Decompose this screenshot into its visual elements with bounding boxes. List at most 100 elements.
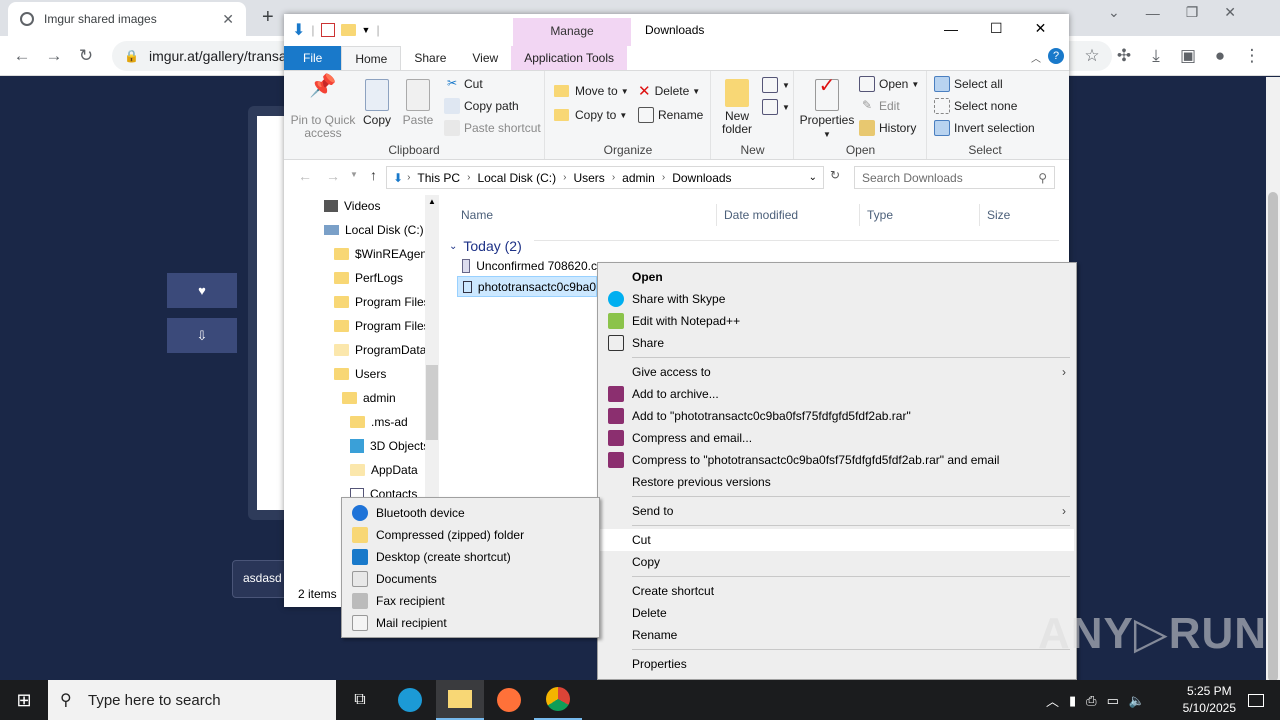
nav-item-program-files-x86[interactable]: Program Files [334,315,430,337]
menu-add-rar[interactable]: Add to "phototransactc0c9ba0fsf75fdfgfd5… [600,405,1074,427]
tab-view[interactable]: View [459,46,511,70]
forward-icon[interactable]: → [40,42,68,70]
breadcrumb-local-disk[interactable]: Local Disk (C:) [470,171,563,185]
edge-taskbar-button[interactable] [386,680,434,720]
move-to-button[interactable]: Move to ▼ [554,81,629,101]
refresh-icon[interactable]: ↻ [830,168,840,182]
notifications-button[interactable] [1232,680,1280,720]
breadcrumb-users[interactable]: Users [566,171,611,185]
menu-compress-rar-email[interactable]: Compress to "phototransactc0c9ba0fsf75fd… [600,449,1074,471]
nav-item-winreagent[interactable]: $WinREAgent [334,243,430,265]
tray-device-icon[interactable]: ▮ [1069,693,1076,709]
menu-icon[interactable]: ⋮ [1238,42,1266,70]
back-icon[interactable]: ← [8,42,36,70]
tab-file[interactable]: File [284,46,342,70]
nav-item-perflogs[interactable]: PerfLogs [334,267,403,289]
taskbar-search-box[interactable]: ⚲ Type here to search [48,680,336,720]
tray-network-icon[interactable]: ⎙ [1086,693,1096,709]
column-type[interactable]: Type [859,204,979,226]
address-dropdown-icon[interactable]: ⌄ [809,172,817,183]
sendto-zip-folder[interactable]: Compressed (zipped) folder [344,524,597,546]
reload-icon[interactable]: ↻ [72,42,100,70]
back-icon[interactable]: ← [298,168,312,184]
manage-context-tab[interactable]: Manage [513,18,631,46]
menu-add-archive[interactable]: Add to archive... [600,383,1074,405]
properties-qat-icon[interactable] [320,23,335,37]
maximize-icon[interactable]: ☐ [990,20,1003,37]
volume-icon[interactable]: 🔈 [1129,693,1145,709]
file-row-unconfirmed[interactable]: Unconfirmed 708620.c [457,255,597,276]
start-button[interactable]: ⊞ [0,680,48,720]
sendto-fax[interactable]: Fax recipient [344,590,597,612]
delete-button[interactable]: ✕ Delete ▼ [638,81,700,101]
tab-search-icon[interactable]: ⌄ [1108,4,1120,21]
menu-delete[interactable]: Delete [600,602,1074,624]
system-clock[interactable]: 5:25 PM 5/10/2025 [1183,683,1236,717]
group-header-today[interactable]: ⌄ Today (2) [449,238,522,254]
rename-button[interactable]: Rename [638,105,703,125]
menu-send-to[interactable]: Send to › [600,500,1074,522]
extensions-icon[interactable]: ✣ [1110,42,1138,70]
tab-application-tools[interactable]: Application Tools [511,46,628,70]
new-tab-button[interactable]: + [262,6,274,29]
easy-access-button[interactable]: ▼ [762,97,790,117]
close-icon[interactable]: ✕ [1224,4,1236,21]
explorer-taskbar-button[interactable] [436,680,484,720]
breadcrumb-admin[interactable]: admin [615,171,662,185]
nav-item-admin[interactable]: admin [342,387,396,409]
explorer-address-bar[interactable]: ⬇ › This PC › Local Disk (C:) › Users › adm… [386,166,824,189]
open-button[interactable]: Open ▼ [859,74,919,94]
new-folder-button[interactable]: New folder [714,79,760,136]
tab-share[interactable]: Share [401,46,459,70]
menu-properties[interactable]: Properties [600,653,1074,675]
task-view-button[interactable]: ⧉ [336,680,384,720]
sendto-desktop[interactable]: Desktop (create shortcut) [344,546,597,568]
tab-home[interactable]: Home [341,46,402,70]
cut-button[interactable]: ✂ Cut [444,74,483,94]
qat-dropdown-icon[interactable]: ▼ [362,25,371,35]
nav-item-appdata[interactable]: AppData [350,459,418,481]
edit-button[interactable]: ✎ Edit [859,96,900,116]
column-name[interactable]: Name [454,204,716,226]
nav-item-programdata[interactable]: ProgramData [334,339,426,361]
chrome-taskbar-button[interactable] [534,680,582,720]
forward-icon[interactable]: → [326,168,340,184]
menu-create-shortcut[interactable]: Create shortcut [600,580,1074,602]
paste-shortcut-button[interactable]: Paste shortcut [444,118,541,138]
collapse-ribbon-icon[interactable]: ︿ [1031,50,1041,65]
nav-item-users[interactable]: Users [334,363,386,385]
menu-compress-email[interactable]: Compress and email... [600,427,1074,449]
select-all-button[interactable]: Select all [934,74,1003,94]
column-size[interactable]: Size [979,204,1059,226]
close-tab-icon[interactable]: ✕ [222,11,234,28]
menu-restore-versions[interactable]: Restore previous versions [600,471,1074,493]
paste-button[interactable]: Paste [401,79,435,127]
select-none-button[interactable]: Select none [934,96,1017,116]
column-date-modified[interactable]: Date modified [716,204,859,226]
menu-cut[interactable]: Cut [600,529,1074,551]
new-item-button[interactable]: ▼ [762,75,790,95]
restore-icon[interactable]: ❐ [1186,4,1199,21]
copy-to-button[interactable]: Copy to ▼ [554,105,627,125]
firefox-taskbar-button[interactable] [485,680,533,720]
menu-edit-notepad[interactable]: Edit with Notepad++ [600,310,1074,332]
copy-path-button[interactable]: Copy path [444,96,519,116]
menu-rename[interactable]: Rename [600,624,1074,646]
minimize-icon[interactable]: — [1146,5,1160,21]
help-icon[interactable]: ? [1048,48,1064,64]
invert-selection-button[interactable]: Invert selection [934,118,1035,138]
recent-dropdown-icon[interactable]: ▼ [350,170,358,179]
new-folder-qat-icon[interactable] [340,24,356,36]
profile-icon[interactable]: ● [1206,42,1234,70]
copy-button[interactable]: Copy [360,79,394,127]
nav-item-ms-ad[interactable]: .ms-ad [350,411,408,433]
breadcrumb-downloads[interactable]: Downloads [665,171,738,185]
minimize-icon[interactable]: — [944,21,958,37]
comment-box[interactable]: asdasd [232,560,292,598]
tray-overflow-icon[interactable]: ︿ [1046,691,1059,710]
sendto-mail[interactable]: Mail recipient [344,612,597,634]
breadcrumb-this-pc[interactable]: This PC [410,171,467,185]
file-row-phototransact[interactable]: phototransactc0c9ba0 [457,276,597,297]
history-button[interactable]: History [859,118,916,138]
search-downloads-input[interactable]: Search Downloads ⚲ [854,166,1055,189]
